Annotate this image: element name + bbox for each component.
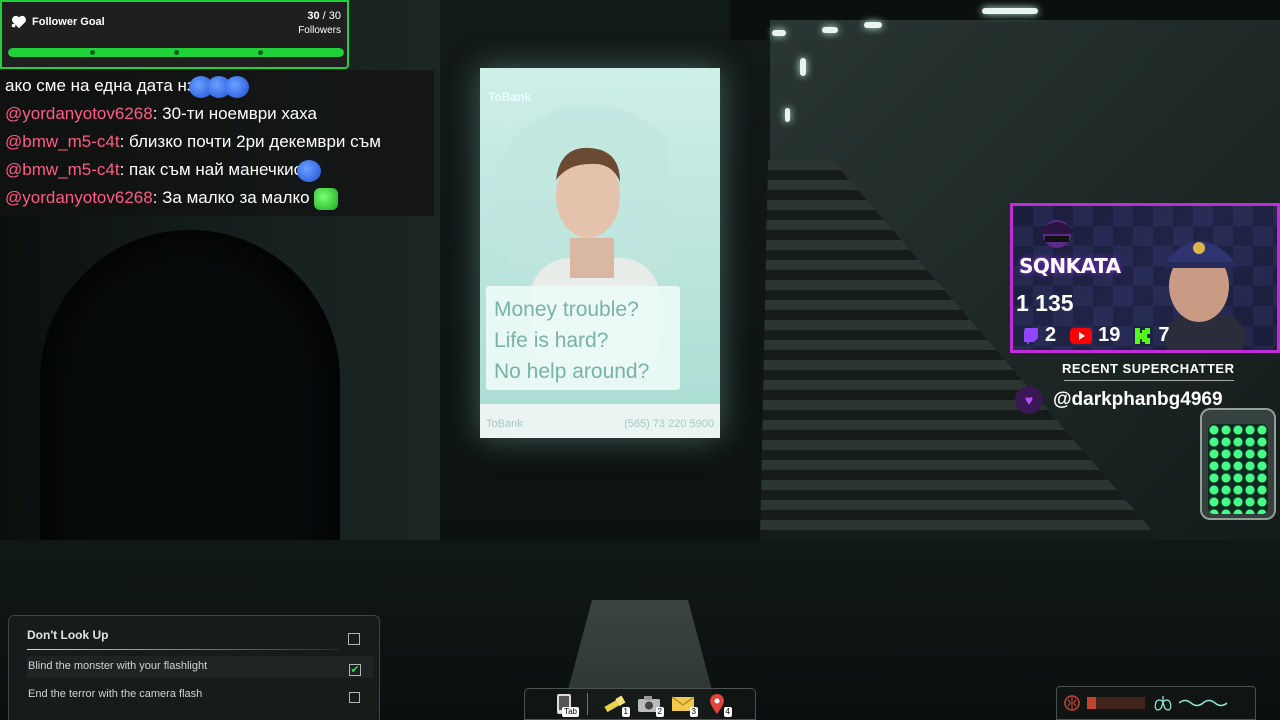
kick-count: 7 — [1158, 324, 1170, 346]
chat-text: ако сме на една дата нз — [5, 76, 195, 95]
recent-superchatter-title: RECENT SUPERCHATTER — [1062, 361, 1235, 376]
ceiling-light — [785, 108, 790, 122]
follower-goal-unit: Followers — [298, 25, 341, 36]
hotbar-slot-flashlight[interactable]: 1 — [598, 690, 632, 718]
hotbar-slot-camera[interactable]: 2 — [632, 690, 666, 718]
objective-checkbox — [349, 692, 360, 703]
objective-title: Don't Look Up — [27, 628, 109, 642]
heart-icon — [11, 15, 27, 29]
bank-ad-poster: ToBank Money trouble? Life is hard? No h… — [480, 68, 720, 438]
chat-username: @bmw_m5-c4t — [5, 160, 120, 179]
progress-marker — [174, 50, 179, 55]
objective-item-label: End the terror with the camera flash — [28, 688, 203, 700]
poster-line-2: Life is hard? — [494, 329, 609, 352]
poster-slogan-card: Money trouble? Life is hard? No help aro… — [486, 286, 680, 390]
objective-item-label: Blind the monster with your flashlight — [28, 660, 208, 672]
blue-emote-icon — [297, 159, 322, 182]
chat-message: @bmw_m5-c4t: пак съм най манечкио — [5, 156, 429, 184]
heart-icon: ♥ — [1015, 386, 1043, 414]
blue-emote-icon — [224, 75, 249, 98]
divider — [587, 693, 588, 715]
checkmark-icon: ✔ — [350, 664, 360, 676]
twitch-count: 2 — [1045, 324, 1057, 346]
twitch-icon — [1024, 327, 1038, 345]
twitch-stat: 2 — [1023, 324, 1056, 347]
poster-phone: (565) 73 220 5900 — [624, 418, 714, 430]
objective-item: Blind the monster with your flashlight — [27, 656, 373, 678]
chat-message: @yordanyotov6268: За малко за малко — [5, 184, 429, 212]
chat-text: : 30-ти ноември хаха — [152, 104, 317, 123]
follower-goal-widget: Follower Goal 30 / 30 Followers — [0, 0, 349, 69]
streamer-avatar-icon — [1039, 220, 1075, 248]
chat-username: @yordanyotov6268 — [5, 104, 153, 123]
youtube-stat: 19 — [1070, 324, 1120, 347]
poster-line-1: Money trouble? — [494, 298, 639, 321]
poster-line-3: No help around? — [494, 360, 650, 383]
chat-message: @bmw_m5-c4t: близко почти 2ри декември с… — [5, 128, 429, 156]
streamer-name: SQNKATA — [1019, 254, 1121, 278]
status-meters — [1056, 686, 1256, 720]
chat-text: : пак съм най манечкио — [119, 160, 304, 179]
chat-username: @yordanyotov6268 — [5, 188, 153, 207]
platform-stats: 2 19 7 — [1023, 324, 1184, 347]
progress-marker — [258, 50, 263, 55]
follower-goal-title: Follower Goal — [32, 16, 105, 28]
youtube-icon — [1070, 327, 1093, 344]
hotbar-key: 2 — [655, 707, 664, 717]
hotbar-key: Tab — [562, 707, 579, 717]
objectives-panel: Don't Look Up Blind the monster with you… — [8, 615, 380, 720]
tip-jar — [1200, 408, 1276, 520]
chat-message: ако сме на една дата нз — [5, 72, 429, 100]
green-emote-icon — [314, 187, 339, 210]
ceiling-light — [800, 58, 806, 76]
chat-overlay: ако сме на една дата нз @yordanyotov6268… — [0, 70, 434, 216]
stress-meter — [1087, 697, 1145, 709]
chat-message: @yordanyotov6268: 30-ти ноември хаха — [5, 100, 429, 128]
hotbar-key: 3 — [689, 707, 698, 717]
chat-text: : близко почти 2ри декември съм — [119, 132, 381, 151]
divider — [1064, 380, 1234, 381]
ceiling-light — [864, 22, 882, 28]
kick-icon — [1135, 327, 1151, 344]
poster-footer-brand: ToBank — [486, 418, 523, 430]
follower-goal-current: 30 — [307, 10, 320, 22]
chat-username: @bmw_m5-c4t — [5, 132, 120, 151]
inventory-hotbar: Tab 1 2 3 4 — [524, 688, 756, 720]
recent-superchatter-name: @darkphanbg4969 — [1053, 389, 1223, 410]
follower-goal-separator: / — [319, 10, 329, 22]
ceiling-light — [772, 30, 786, 36]
hotbar-slot-phone[interactable]: Tab — [547, 690, 581, 718]
total-count: 1 135 — [1016, 290, 1074, 316]
objective-main-checkbox — [348, 633, 360, 645]
kick-stat: 7 — [1134, 324, 1170, 347]
hotbar-slot-envelope[interactable]: 3 — [666, 690, 700, 718]
hotbar-slot-map-pin[interactable]: 4 — [700, 690, 734, 718]
stress-meter-fill — [1087, 697, 1096, 709]
hotbar-key: 4 — [723, 707, 732, 717]
follower-goal-count: 30 / 30 Followers — [298, 9, 341, 38]
breath-wave-icon — [1179, 699, 1228, 707]
ceiling-light — [822, 27, 838, 33]
youtube-count: 19 — [1098, 324, 1121, 346]
objective-item: End the terror with the camera flash — [27, 684, 373, 706]
hotbar-key: 1 — [621, 707, 630, 717]
progress-marker — [90, 50, 95, 55]
lungs-icon — [1154, 696, 1172, 711]
brain-icon — [1064, 695, 1080, 711]
poster-footer: ToBank (565) 73 220 5900 — [480, 404, 720, 438]
recent-superchatter: ♥ @darkphanbg4969 — [1015, 386, 1223, 414]
follower-goal-target: 30 — [328, 10, 341, 22]
poster-brand: ToBank — [488, 90, 532, 104]
divider — [27, 649, 339, 650]
ceiling-light — [982, 8, 1038, 14]
follower-goal-progress-bar — [8, 48, 344, 57]
webcam-frame: SQNKATA 1 135 2 19 7 — [1010, 203, 1280, 353]
tip-jar-contents — [1208, 424, 1268, 514]
chat-text: : За малко за малко — [152, 188, 310, 207]
